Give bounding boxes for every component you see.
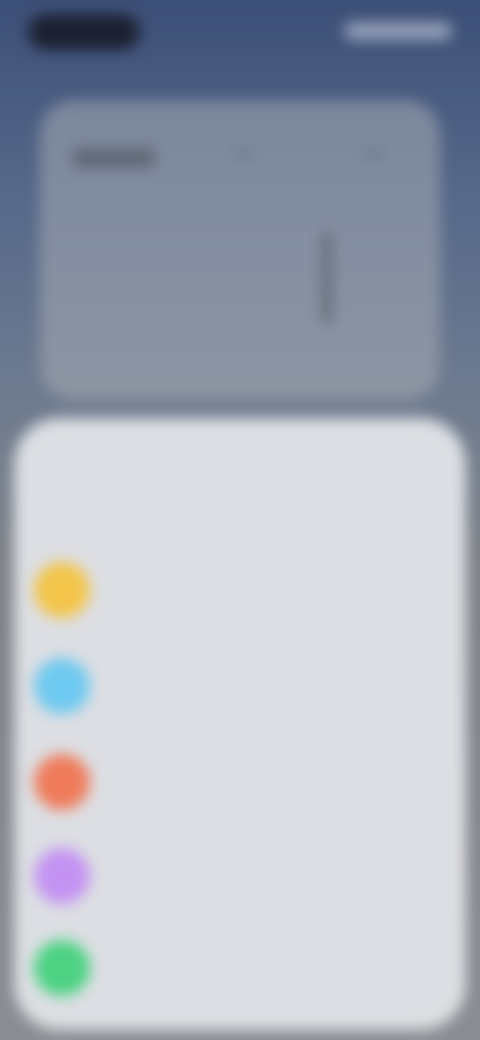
option-item-5[interactable] — [0, 926, 480, 1022]
option-subtitle — [104, 684, 444, 706]
status-pill — [28, 14, 140, 50]
option-title — [104, 846, 444, 872]
option-title — [104, 938, 444, 964]
option-item-2[interactable] — [0, 644, 480, 740]
option-title — [104, 752, 444, 778]
option-subtitle — [104, 966, 444, 988]
chevron-down-icon — [232, 142, 252, 162]
background-label — [72, 148, 156, 168]
blue-circle-icon — [34, 658, 90, 714]
option-item-1[interactable] — [0, 548, 480, 644]
option-subtitle — [104, 874, 444, 896]
option-subtitle — [104, 588, 444, 610]
status-icons — [344, 22, 452, 40]
option-title — [104, 560, 444, 586]
chevron-down-icon — [362, 142, 382, 162]
option-subtitle — [104, 780, 444, 802]
status-bar — [0, 0, 480, 70]
background-slider — [322, 232, 332, 324]
yellow-circle-icon — [34, 562, 90, 618]
option-item-3[interactable] — [0, 740, 480, 836]
option-title — [104, 656, 444, 682]
option-item-4[interactable] — [0, 834, 480, 930]
sheet-title — [0, 476, 480, 506]
green-circle-icon — [34, 940, 90, 996]
orange-circle-icon — [34, 754, 90, 810]
purple-circle-icon — [34, 848, 90, 904]
